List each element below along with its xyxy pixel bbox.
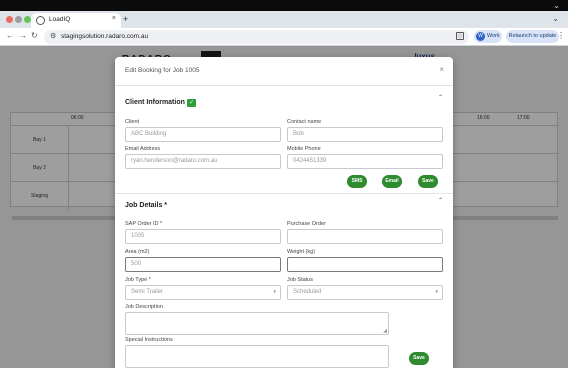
profile-chip[interactable]: W Work	[474, 30, 502, 43]
client-label: Client	[125, 119, 140, 125]
profile-label: Work	[487, 33, 500, 39]
resize-grip-icon[interactable]: ◢	[383, 328, 387, 334]
phone-field[interactable]: 0424451339	[287, 154, 443, 169]
phone-label: Mobile Phone	[287, 146, 321, 152]
avatar: W	[476, 32, 485, 41]
purchase-order-label: Purchase Order	[287, 221, 326, 227]
back-icon[interactable]: ←	[6, 31, 14, 40]
job-type-label: Job Type *	[125, 277, 151, 283]
edit-booking-modal: Edit Booking for Job 1005 × Client Infor…	[115, 57, 453, 368]
reload-icon[interactable]: ↻	[31, 31, 38, 40]
email-field[interactable]: ryan.henderson@radaro.com.au	[125, 154, 281, 169]
minimize-window-button[interactable]	[15, 16, 22, 23]
maximize-window-button[interactable]	[24, 16, 31, 23]
client-section-title: Client Information	[125, 99, 185, 106]
weight-field[interactable]	[287, 257, 443, 272]
save-job-button[interactable]: Save	[409, 352, 429, 365]
sap-order-label: SAP Order ID *	[125, 221, 163, 227]
chevron-down-icon: ▾	[273, 289, 276, 295]
divider	[115, 85, 453, 86]
save-client-button[interactable]: Save	[418, 175, 438, 188]
area-field[interactable]: 500	[125, 257, 281, 272]
chevron-up-icon[interactable]: ⌃	[438, 94, 443, 101]
relaunch-button[interactable]: Relaunch to update	[506, 30, 559, 43]
close-tab-icon[interactable]: ×	[112, 15, 116, 22]
job-section-title: Job Details *	[125, 202, 168, 209]
weight-label: Weight (kg)	[287, 249, 316, 255]
checkmark-icon: ✓	[187, 99, 196, 107]
job-status-select[interactable]: Scheduled ▾	[287, 285, 443, 300]
area-label: Area (m2)	[125, 249, 150, 255]
chevron-up-icon[interactable]: ⌃	[438, 197, 443, 204]
sms-button[interactable]: SMS	[347, 175, 367, 188]
tab-strip: LoadIQ × + ⌄	[0, 11, 568, 28]
purchase-order-field[interactable]	[287, 229, 443, 244]
divider	[115, 193, 453, 194]
url-text[interactable]: stagingsolution.radaro.com.au	[61, 33, 148, 40]
tab-title: LoadIQ	[49, 16, 71, 23]
sap-order-field[interactable]: 1005	[125, 229, 281, 244]
extensions-icon[interactable]	[456, 32, 464, 40]
email-label: Email Address	[125, 146, 161, 152]
client-field[interactable]: ABC Building	[125, 127, 281, 142]
site-info-icon[interactable]: ⚙	[50, 32, 56, 40]
modal-title: Edit Booking for Job 1005	[125, 67, 200, 74]
contact-label: Contact name	[287, 119, 322, 125]
close-window-button[interactable]	[6, 16, 13, 23]
job-status-value: Scheduled	[293, 289, 322, 295]
job-description-label: Job Description	[125, 304, 163, 310]
forward-icon[interactable]: →	[19, 31, 27, 40]
chevron-down-icon[interactable]: ⌄	[553, 1, 560, 10]
job-type-value: Semi Trailer	[131, 289, 164, 295]
tab-search-icon[interactable]: ⌄	[552, 14, 559, 23]
special-instructions-field[interactable]	[125, 345, 389, 368]
browser-tab[interactable]: LoadIQ ×	[31, 13, 121, 28]
contact-field[interactable]: Bob	[287, 127, 443, 142]
browser-menu-icon[interactable]: ⋮	[557, 31, 565, 40]
email-button[interactable]: Email	[382, 175, 402, 188]
chevron-down-icon: ▾	[435, 289, 438, 295]
job-status-label: Job Status	[287, 277, 313, 283]
globe-icon	[36, 16, 45, 25]
system-bar: ⌄	[0, 0, 568, 11]
close-icon[interactable]: ×	[439, 65, 444, 74]
job-type-select[interactable]: Semi Trailer ▾	[125, 285, 281, 300]
job-description-field[interactable]: ◢	[125, 312, 389, 335]
special-instructions-label: Special Instructions	[125, 337, 173, 343]
new-tab-button[interactable]: +	[123, 14, 128, 24]
address-bar[interactable]: ⚙ stagingsolution.radaro.com.au ☆	[44, 30, 469, 44]
